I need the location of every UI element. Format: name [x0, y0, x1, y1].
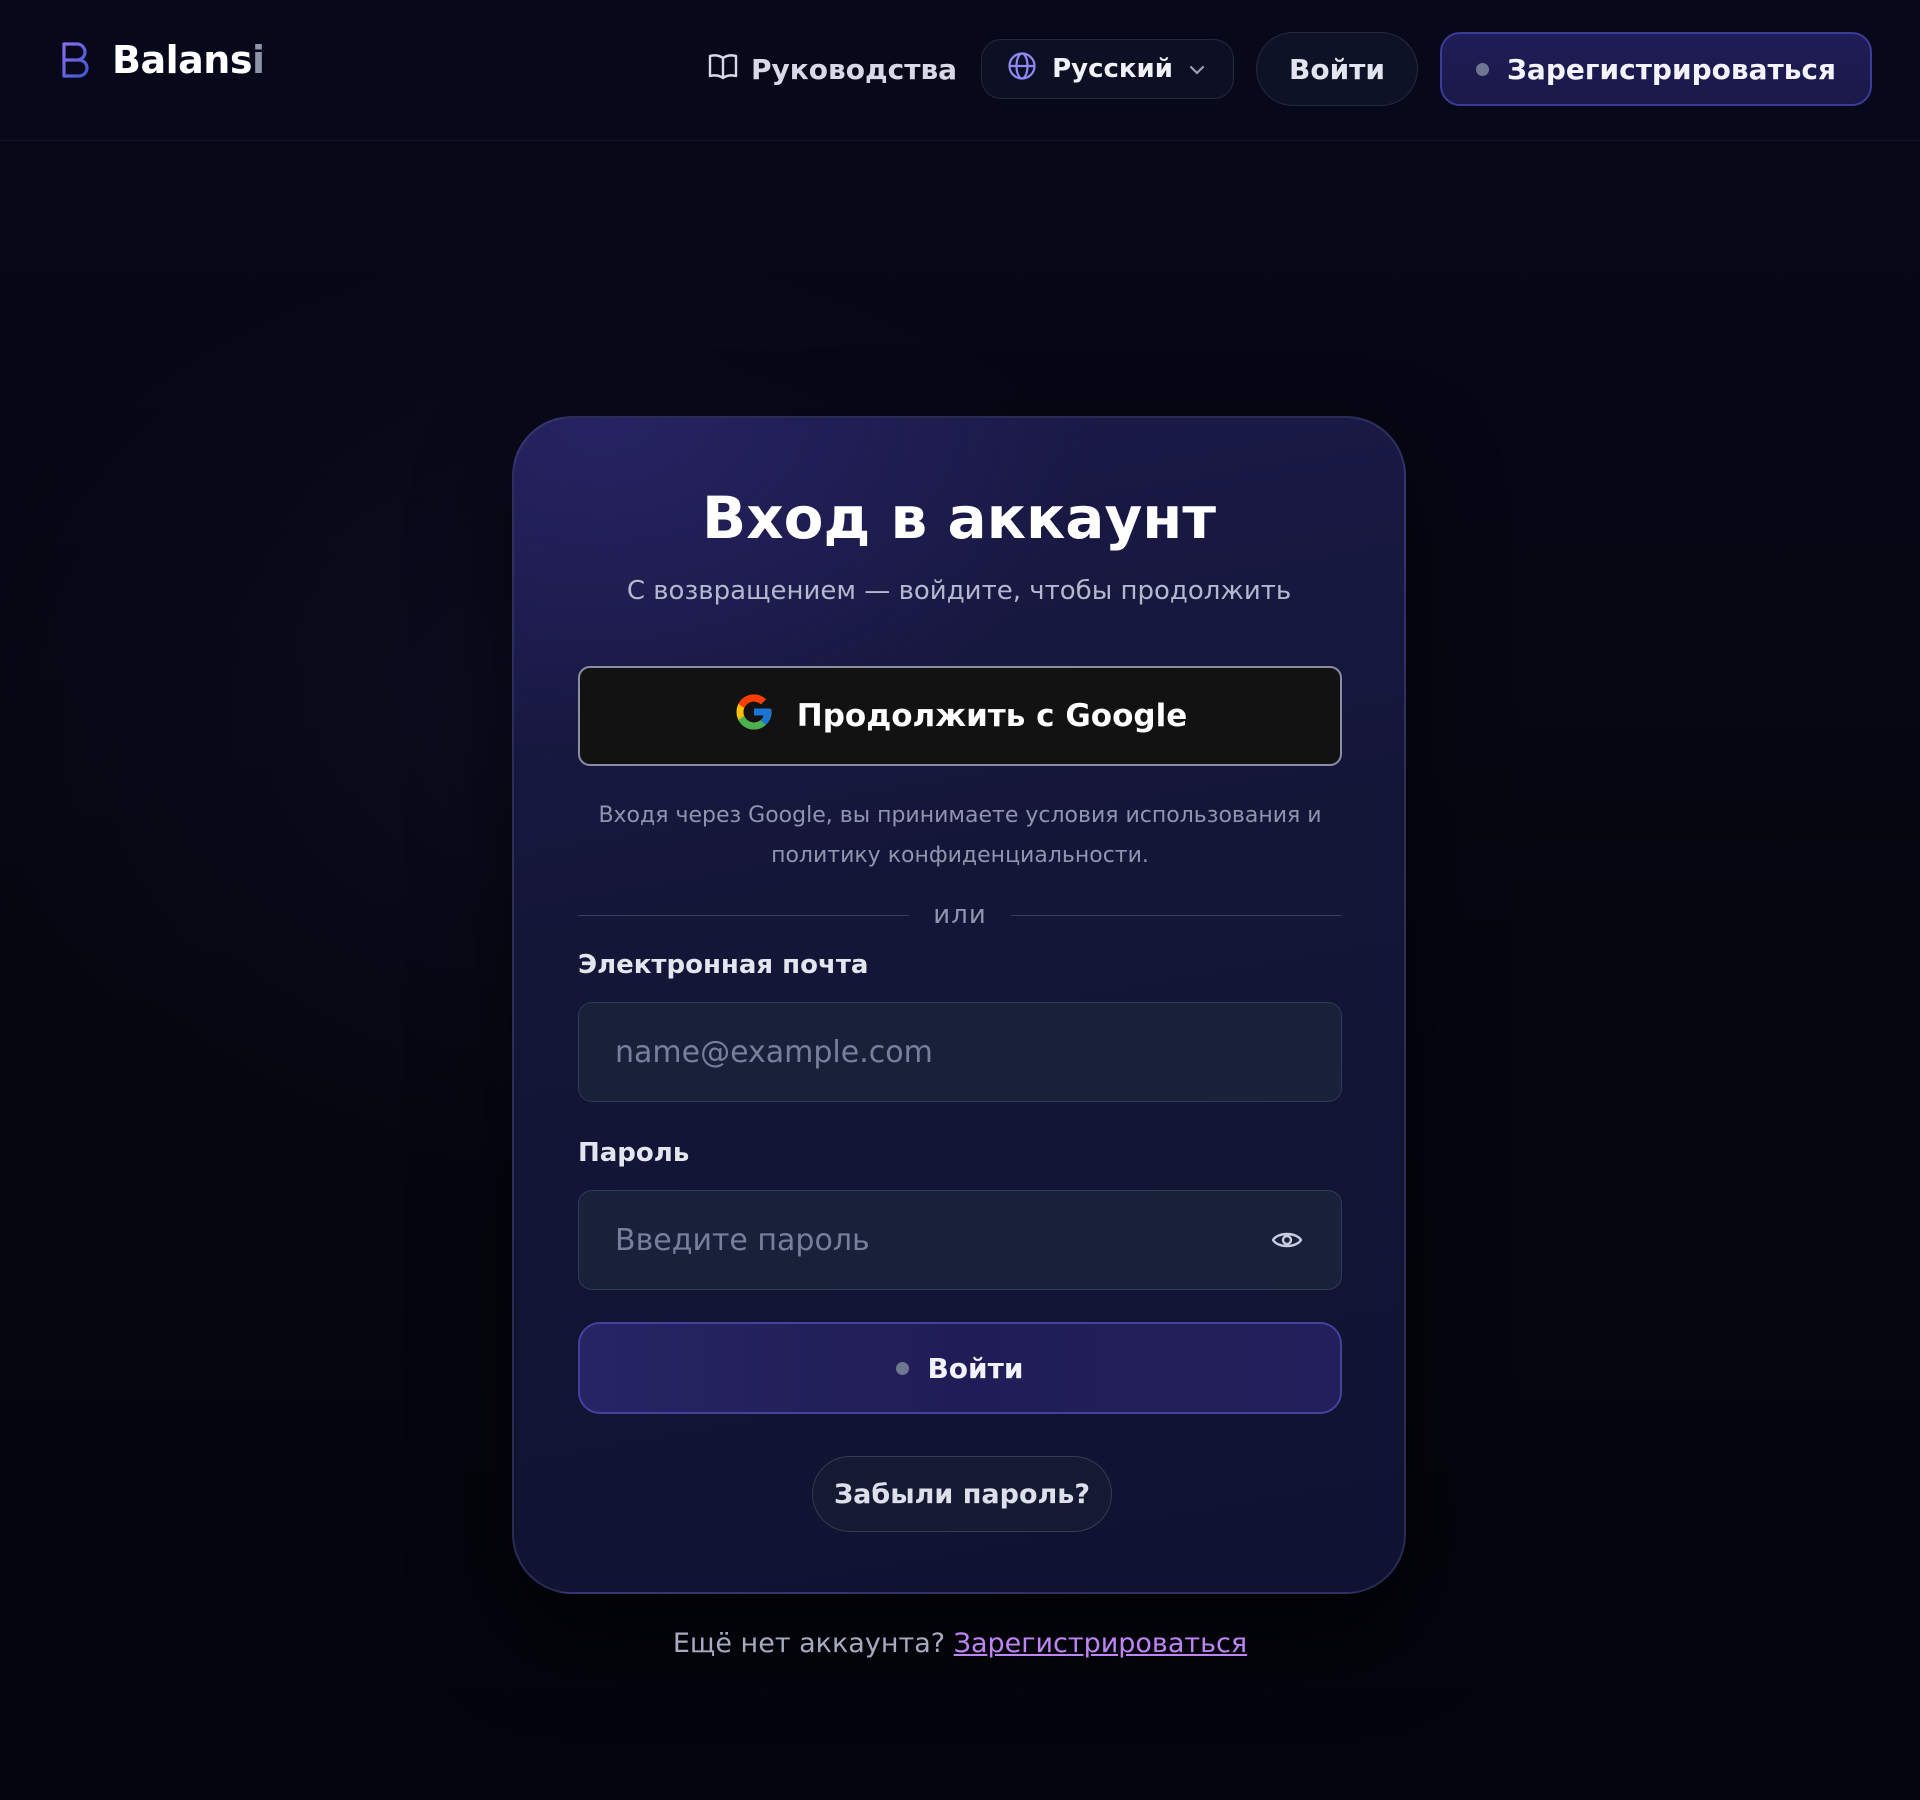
google-signin-button[interactable]: Продолжить с Google [578, 666, 1342, 766]
chevron-down-icon [1187, 54, 1207, 84]
header-signup-label: Зарегистрироваться [1507, 52, 1836, 86]
status-dot-icon [1476, 62, 1490, 76]
header-signup-button[interactable]: Зарегистрироваться [1440, 32, 1872, 106]
divider-text: или [933, 900, 987, 930]
brand-name-main: Balans [112, 38, 252, 82]
language-select[interactable]: Русский [981, 39, 1234, 99]
google-terms-note: Входя через Google, вы принимаете услови… [598, 803, 1322, 868]
page: Balansi Руководства Русский Войти Зареги… [0, 0, 1920, 1800]
divider-line-right [1010, 914, 1343, 916]
login-card: Вход в аккаунт С возвращением — войдите,… [512, 416, 1406, 1594]
card-title: Вход в аккаунт [702, 484, 1216, 552]
brand-name: Balansi [112, 38, 265, 82]
signup-prompt-text: Ещё нет аккаунта? [672, 1628, 946, 1659]
language-selected: Русский [1052, 54, 1173, 84]
forgot-password-button[interactable]: Забыли пароль? [812, 1456, 1112, 1532]
status-dot-icon [896, 1361, 910, 1375]
header-login-button[interactable]: Войти [1255, 32, 1419, 106]
or-divider: или [578, 900, 1343, 930]
google-signin-label: Продолжить с Google [796, 698, 1188, 734]
email-field-container [578, 1002, 1342, 1102]
password-label: Пароль [578, 1138, 690, 1168]
email-field[interactable] [613, 1033, 1307, 1071]
top-nav: Руководства Русский Войти Зарегистрирова… [705, 32, 1872, 106]
divider-line-left [578, 914, 910, 916]
guides-label: Руководства [751, 52, 958, 86]
top-header: Balansi Руководства Русский Войти Зареги… [0, 0, 1920, 141]
password-field[interactable] [613, 1221, 1267, 1259]
card-subtitle: С возвращением — войдите, чтобы продолжи… [626, 576, 1292, 606]
b-logo-icon [58, 40, 92, 80]
book-icon [707, 51, 739, 88]
email-label: Электронная почта [578, 950, 869, 980]
brand-name-tail: i [251, 38, 265, 82]
globe-icon [1006, 50, 1038, 89]
footer-signup-link[interactable]: Зарегистрироваться [954, 1628, 1247, 1659]
brand[interactable]: Balansi [58, 38, 265, 82]
guides-link[interactable]: Руководства [705, 51, 959, 88]
google-icon [733, 691, 775, 741]
eye-icon[interactable] [1267, 1220, 1307, 1260]
signup-prompt: Ещё нет аккаунта? Зарегистрироваться [0, 1628, 1920, 1659]
login-submit-button[interactable]: Войти [578, 1322, 1342, 1414]
login-submit-label: Войти [927, 1351, 1024, 1385]
password-field-container [578, 1190, 1342, 1290]
